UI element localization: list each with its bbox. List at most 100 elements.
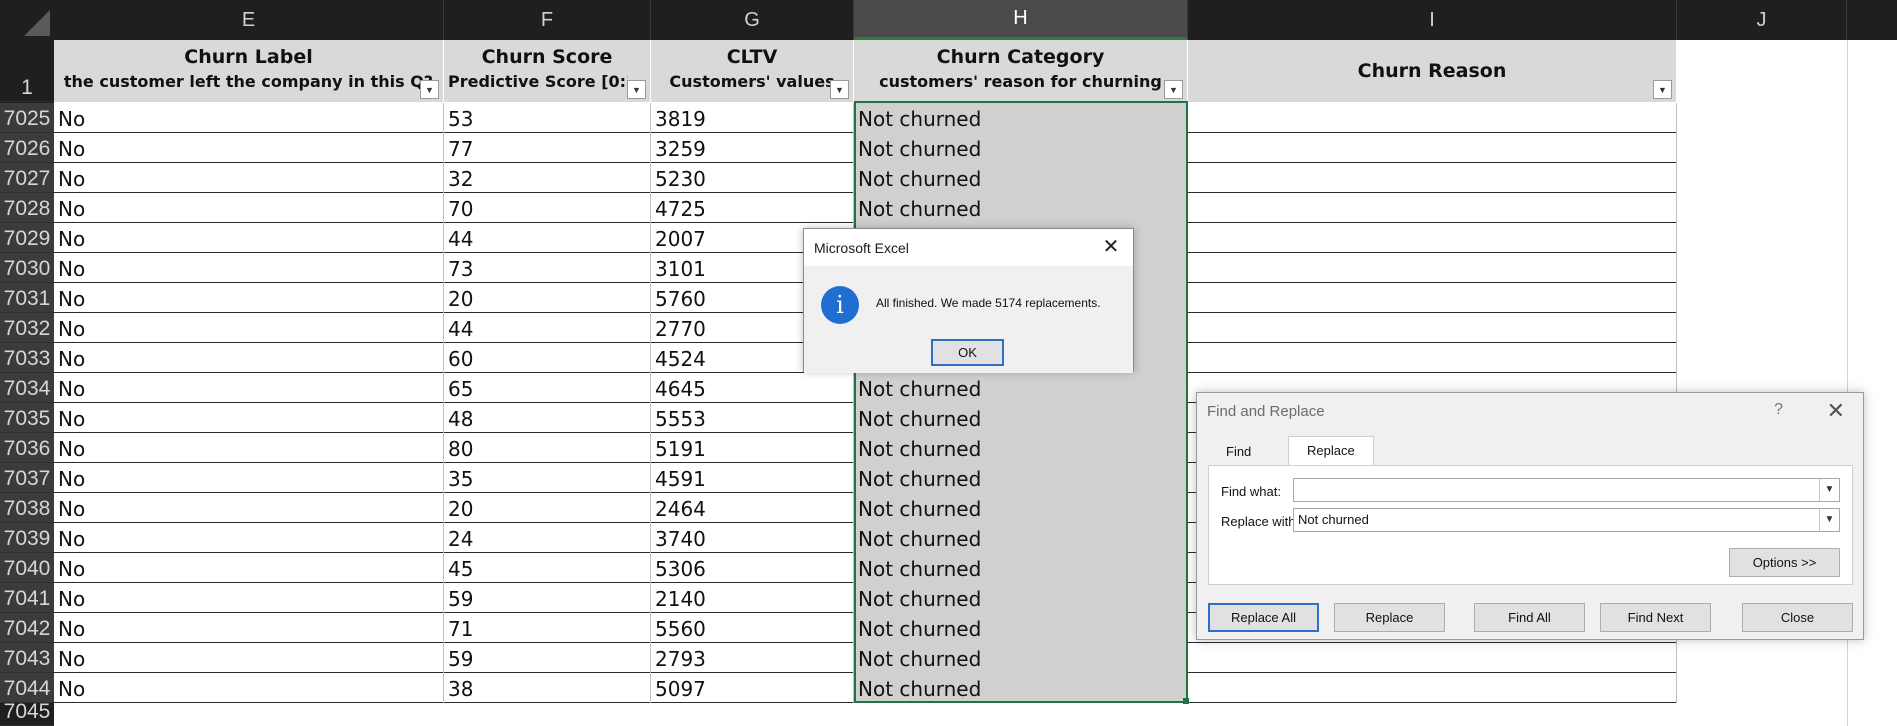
- row-header[interactable]: 7028: [0, 193, 54, 223]
- table-cell[interactable]: 2793: [651, 643, 854, 673]
- table-cell[interactable]: 3819: [651, 103, 854, 133]
- column-header-E[interactable]: E: [54, 0, 444, 40]
- filter-dropdown-icon[interactable]: ▼: [627, 80, 646, 99]
- table-cell[interactable]: Not churned: [854, 673, 1188, 703]
- table-cell[interactable]: 45: [444, 553, 651, 583]
- table-cell[interactable]: No: [54, 193, 444, 223]
- table-cell[interactable]: 5230: [651, 163, 854, 193]
- table-cell[interactable]: No: [54, 643, 444, 673]
- table-cell[interactable]: [1188, 643, 1677, 673]
- table-cell[interactable]: 38: [444, 673, 651, 703]
- table-cell[interactable]: 2140: [651, 583, 854, 613]
- row-header[interactable]: 7043: [0, 643, 54, 673]
- table-cell[interactable]: 2464: [651, 493, 854, 523]
- row-header[interactable]: 7026: [0, 133, 54, 163]
- table-cell[interactable]: 32: [444, 163, 651, 193]
- table-cell[interactable]: 20: [444, 493, 651, 523]
- table-cell[interactable]: [1188, 103, 1677, 133]
- options-button[interactable]: Options >>: [1729, 548, 1840, 577]
- table-cell[interactable]: No: [54, 223, 444, 253]
- row-header[interactable]: 7032: [0, 313, 54, 343]
- header-cell-churn-reason[interactable]: Churn Reason ▼: [1188, 40, 1677, 102]
- header-cell-churn-label[interactable]: Churn Label the customer left the compan…: [54, 40, 444, 102]
- table-cell[interactable]: 5306: [651, 553, 854, 583]
- table-cell[interactable]: 60: [444, 343, 651, 373]
- table-cell[interactable]: 44: [444, 223, 651, 253]
- table-cell[interactable]: No: [54, 253, 444, 283]
- column-header-H[interactable]: H: [854, 0, 1188, 40]
- table-cell[interactable]: No: [54, 583, 444, 613]
- table-cell[interactable]: Not churned: [854, 433, 1188, 463]
- find-what-input[interactable]: ▼: [1293, 478, 1840, 502]
- table-cell[interactable]: No: [54, 283, 444, 313]
- table-cell[interactable]: Not churned: [854, 373, 1188, 403]
- table-cell[interactable]: No: [54, 343, 444, 373]
- row-header[interactable]: 7033: [0, 343, 54, 373]
- table-cell[interactable]: Not churned: [854, 403, 1188, 433]
- table-cell[interactable]: [1188, 133, 1677, 163]
- table-cell[interactable]: 5553: [651, 403, 854, 433]
- table-cell[interactable]: Not churned: [854, 553, 1188, 583]
- row-header[interactable]: 7039: [0, 523, 54, 553]
- table-cell[interactable]: 24: [444, 523, 651, 553]
- table-cell[interactable]: No: [54, 403, 444, 433]
- table-cell[interactable]: No: [54, 373, 444, 403]
- table-cell[interactable]: Not churned: [854, 523, 1188, 553]
- table-cell[interactable]: 44: [444, 313, 651, 343]
- table-cell[interactable]: Not churned: [854, 163, 1188, 193]
- table-cell[interactable]: 65: [444, 373, 651, 403]
- table-cell[interactable]: No: [54, 523, 444, 553]
- row-header[interactable]: 1: [0, 40, 54, 102]
- table-cell[interactable]: 20: [444, 283, 651, 313]
- row-header[interactable]: 7040: [0, 553, 54, 583]
- table-cell[interactable]: 59: [444, 643, 651, 673]
- table-cell[interactable]: [1188, 253, 1677, 283]
- replace-all-button[interactable]: Replace All: [1208, 603, 1319, 632]
- header-cell-churn-category[interactable]: Churn Category customers' reason for chu…: [854, 40, 1188, 102]
- filter-dropdown-icon[interactable]: ▼: [420, 80, 439, 99]
- help-icon[interactable]: ?: [1774, 401, 1783, 419]
- table-cell[interactable]: [1188, 343, 1677, 373]
- table-cell[interactable]: 80: [444, 433, 651, 463]
- close-button[interactable]: Close: [1742, 603, 1853, 632]
- table-cell[interactable]: 4591: [651, 463, 854, 493]
- table-cell[interactable]: No: [54, 463, 444, 493]
- replace-button[interactable]: Replace: [1334, 603, 1445, 632]
- row-header[interactable]: 7030: [0, 253, 54, 283]
- table-cell[interactable]: 73: [444, 253, 651, 283]
- table-cell[interactable]: Not churned: [854, 493, 1188, 523]
- table-cell[interactable]: [1188, 163, 1677, 193]
- filter-dropdown-icon[interactable]: ▼: [1164, 80, 1183, 99]
- table-cell[interactable]: 4725: [651, 193, 854, 223]
- row-header[interactable]: 7042: [0, 613, 54, 643]
- table-cell[interactable]: No: [54, 133, 444, 163]
- row-header[interactable]: 7034: [0, 373, 54, 403]
- table-cell[interactable]: No: [54, 433, 444, 463]
- table-cell[interactable]: No: [54, 673, 444, 703]
- table-cell[interactable]: 48: [444, 403, 651, 433]
- table-cell[interactable]: 35: [444, 463, 651, 493]
- table-cell[interactable]: Not churned: [854, 133, 1188, 163]
- table-cell[interactable]: [1188, 313, 1677, 343]
- column-header-F[interactable]: F: [444, 0, 651, 40]
- ok-button[interactable]: OK: [931, 339, 1004, 366]
- table-cell[interactable]: 3259: [651, 133, 854, 163]
- table-cell[interactable]: No: [54, 163, 444, 193]
- table-cell[interactable]: Not churned: [854, 643, 1188, 673]
- table-cell[interactable]: Not churned: [854, 463, 1188, 493]
- column-header-J[interactable]: J: [1677, 0, 1847, 40]
- row-header[interactable]: 7041: [0, 583, 54, 613]
- table-cell[interactable]: Not churned: [854, 583, 1188, 613]
- fill-handle[interactable]: [1183, 698, 1189, 704]
- row-header[interactable]: 7037: [0, 463, 54, 493]
- table-cell[interactable]: Not churned: [854, 193, 1188, 223]
- row-header[interactable]: 7038: [0, 493, 54, 523]
- filter-dropdown-icon[interactable]: ▼: [830, 80, 849, 99]
- chevron-down-icon[interactable]: ▼: [1819, 479, 1839, 501]
- row-header[interactable]: 7035: [0, 403, 54, 433]
- column-header-I[interactable]: I: [1188, 0, 1677, 40]
- table-cell[interactable]: No: [54, 553, 444, 583]
- table-cell[interactable]: 5191: [651, 433, 854, 463]
- close-icon[interactable]: ✕: [1827, 398, 1845, 424]
- table-cell[interactable]: 71: [444, 613, 651, 643]
